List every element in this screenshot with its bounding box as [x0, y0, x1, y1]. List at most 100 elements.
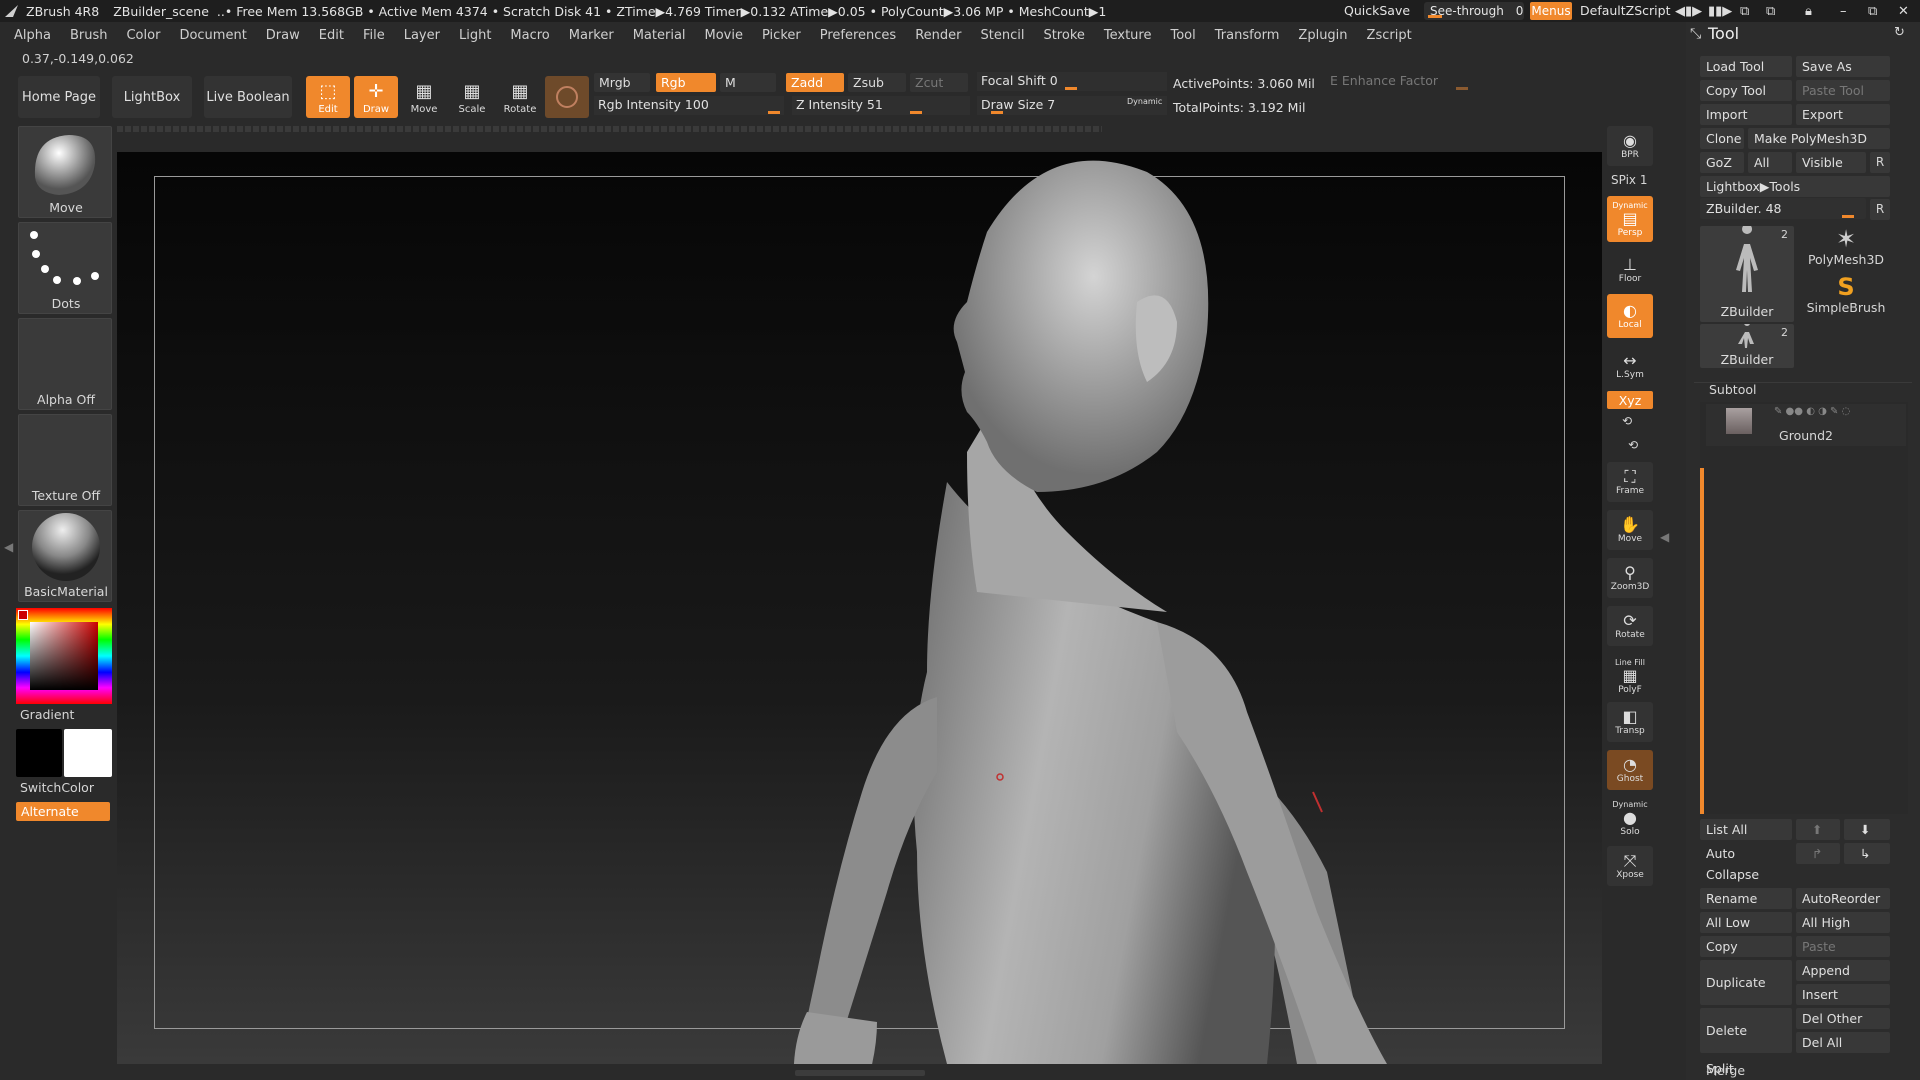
home-page-button[interactable]: Home Page [18, 76, 100, 118]
menu-layer[interactable]: Layer [404, 28, 440, 43]
zadd-button[interactable]: Zadd [786, 73, 844, 92]
goz-button[interactable]: GoZ [1700, 152, 1744, 173]
subtool-title[interactable]: Subtool [1709, 382, 1756, 397]
solo-button[interactable]: Dynamic ● Solo [1607, 796, 1653, 840]
menu-preferences[interactable]: Preferences [820, 28, 896, 43]
rgb-intensity-slider[interactable]: Rgb Intensity 100 [594, 96, 784, 115]
menu-edit[interactable]: Edit [319, 28, 344, 43]
left-tray-arrow-icon[interactable]: ◀ [4, 540, 13, 554]
subtool-visibility-icons[interactable]: ✎ ●● ◐ ◑ ✎ ◌ [1774, 406, 1850, 417]
polyf-button[interactable]: Line Fill ▦ PolyF [1607, 654, 1653, 698]
primary-color-swatch[interactable] [16, 729, 62, 777]
maximize-icon[interactable]: ⧉ [1868, 4, 1877, 19]
color-picker[interactable] [16, 608, 112, 704]
autoreorder-button[interactable]: AutoReorder [1796, 888, 1890, 909]
edit-mode-button[interactable]: ⬚ Edit [306, 76, 350, 118]
persp-button[interactable]: Dynamic ▤ Persp [1607, 196, 1653, 242]
scale-mode-button[interactable]: ▦ Scale [450, 76, 494, 118]
paste-tool-button[interactable]: Paste Tool [1796, 80, 1890, 101]
zbuilder-tool-thumb-2[interactable]: 2 ZBuilder [1700, 320, 1794, 368]
switchcolor-button[interactable]: SwitchColor [20, 780, 94, 795]
right-tray-arrow-icon[interactable]: ◀ [1660, 530, 1669, 544]
zoom3d-button[interactable]: ⚲ Zoom3D [1607, 558, 1653, 598]
brush-shape-button[interactable] [545, 76, 589, 118]
window-icon[interactable]: ⧉ [1740, 4, 1749, 19]
lsym-button[interactable]: ↔ L.Sym [1607, 346, 1653, 386]
menu-macro[interactable]: Macro [510, 28, 549, 43]
axis-z-icon[interactable]: ⟲ [1628, 438, 1638, 452]
reorder-up-icon[interactable]: ↱ [1796, 843, 1840, 864]
insert-button[interactable]: Insert [1796, 984, 1890, 1005]
secondary-color-swatch[interactable] [64, 729, 112, 777]
all-low-button[interactable]: All Low [1700, 912, 1792, 933]
window-alt-icon[interactable]: ⧉ [1766, 4, 1775, 19]
ghost-button[interactable]: ◔ Ghost [1607, 750, 1653, 790]
xyz-button[interactable]: Xyz [1607, 391, 1653, 409]
refresh-icon[interactable]: ↻ [1894, 25, 1905, 40]
lightbox-tools-button[interactable]: Lightbox▶Tools [1700, 176, 1890, 197]
menu-marker[interactable]: Marker [569, 28, 614, 43]
clone-button[interactable]: Clone [1700, 128, 1744, 149]
draw-mode-button[interactable]: ✛ Draw [354, 76, 398, 118]
menu-draw[interactable]: Draw [266, 28, 300, 43]
reorder-down-icon[interactable]: ↳ [1844, 843, 1890, 864]
subtool-item-ground2[interactable]: ✎ ●● ◐ ◑ ✎ ◌ Ground2 [1706, 404, 1906, 446]
alternate-button[interactable]: Alternate [16, 802, 110, 821]
quicksave-button[interactable]: QuickSave [1344, 3, 1410, 18]
rotate-view-button[interactable]: ⟳ Rotate [1607, 606, 1653, 646]
menu-render[interactable]: Render [915, 28, 961, 43]
all-high-button[interactable]: All High [1796, 912, 1890, 933]
saturation-value-square[interactable] [30, 622, 98, 690]
texture-selector[interactable]: Texture Off [18, 414, 112, 506]
move-view-button[interactable]: ✋ Move [1607, 510, 1653, 550]
material-selector[interactable]: BasicMaterial [18, 510, 112, 602]
zcut-button[interactable]: Zcut [910, 73, 968, 92]
del-other-button[interactable]: Del Other [1796, 1008, 1890, 1029]
subtool-scrollbar[interactable] [1700, 468, 1704, 814]
transp-button[interactable]: ◧ Transp [1607, 702, 1653, 742]
rgb-button[interactable]: Rgb [656, 73, 716, 92]
floor-button[interactable]: ⊥ Floor [1607, 250, 1653, 290]
menu-zplugin[interactable]: Zplugin [1298, 28, 1347, 43]
goz-r-button[interactable]: R [1870, 152, 1890, 173]
rename-button[interactable]: Rename [1700, 888, 1792, 909]
spix-slider[interactable]: SPix 1 [1611, 173, 1647, 187]
menu-color[interactable]: Color [126, 28, 160, 43]
polymesh3d-tool[interactable]: ✶ PolyMesh3D [1798, 226, 1894, 276]
see-through-slider[interactable]: See-through 0 [1424, 2, 1524, 20]
m-button[interactable]: M [720, 73, 776, 92]
menu-material[interactable]: Material [633, 28, 686, 43]
import-button[interactable]: Import [1700, 104, 1792, 125]
menu-file[interactable]: File [363, 28, 385, 43]
canvas-viewport[interactable] [117, 152, 1602, 1064]
zbuilder-tool-thumb[interactable]: 2 ZBuilder [1700, 224, 1794, 322]
copy-tool-button[interactable]: Copy Tool [1700, 80, 1792, 101]
load-tool-button[interactable]: Load Tool [1700, 56, 1792, 77]
menus-button[interactable]: Menus [1530, 2, 1572, 20]
lightbox-button[interactable]: LightBox [112, 76, 192, 118]
minimize-icon[interactable]: – [1840, 4, 1847, 19]
gradient-label[interactable]: Gradient [20, 707, 74, 722]
merge-menu[interactable]: Merge [1700, 1062, 1890, 1080]
menu-movie[interactable]: Movie [705, 28, 743, 43]
menu-picker[interactable]: Picker [762, 28, 801, 43]
dynamic-toggle[interactable]: Dynamic [1127, 97, 1162, 106]
move-mode-button[interactable]: ▦ Move [402, 76, 446, 118]
default-zscript-button[interactable]: DefaultZScript [1580, 3, 1671, 18]
xpose-button[interactable]: ⤧ Xpose [1607, 846, 1653, 886]
paste-subtool-button[interactable]: Paste [1796, 936, 1890, 957]
z-intensity-slider[interactable]: Z Intensity 51 [792, 96, 970, 115]
copy-subtool-button[interactable]: Copy [1700, 936, 1792, 957]
zbuilder-slider[interactable]: ZBuilder. 48 [1700, 198, 1866, 219]
brush-selector[interactable]: Move [18, 126, 112, 218]
menu-light[interactable]: Light [459, 28, 491, 43]
make-polymesh-button[interactable]: Make PolyMesh3D [1748, 128, 1890, 149]
rotate-mode-button[interactable]: ▦ Rotate [498, 76, 542, 118]
menu-alpha[interactable]: Alpha [14, 28, 51, 43]
axis-y-icon[interactable]: ⟲ [1622, 414, 1632, 428]
list-all-button[interactable]: List All [1700, 819, 1792, 840]
close-icon[interactable]: ✕ [1898, 4, 1909, 19]
goz-all-button[interactable]: All [1748, 152, 1792, 173]
move-down-icon[interactable]: ⬇ [1844, 819, 1890, 840]
bottom-tray-handle[interactable] [795, 1070, 925, 1076]
